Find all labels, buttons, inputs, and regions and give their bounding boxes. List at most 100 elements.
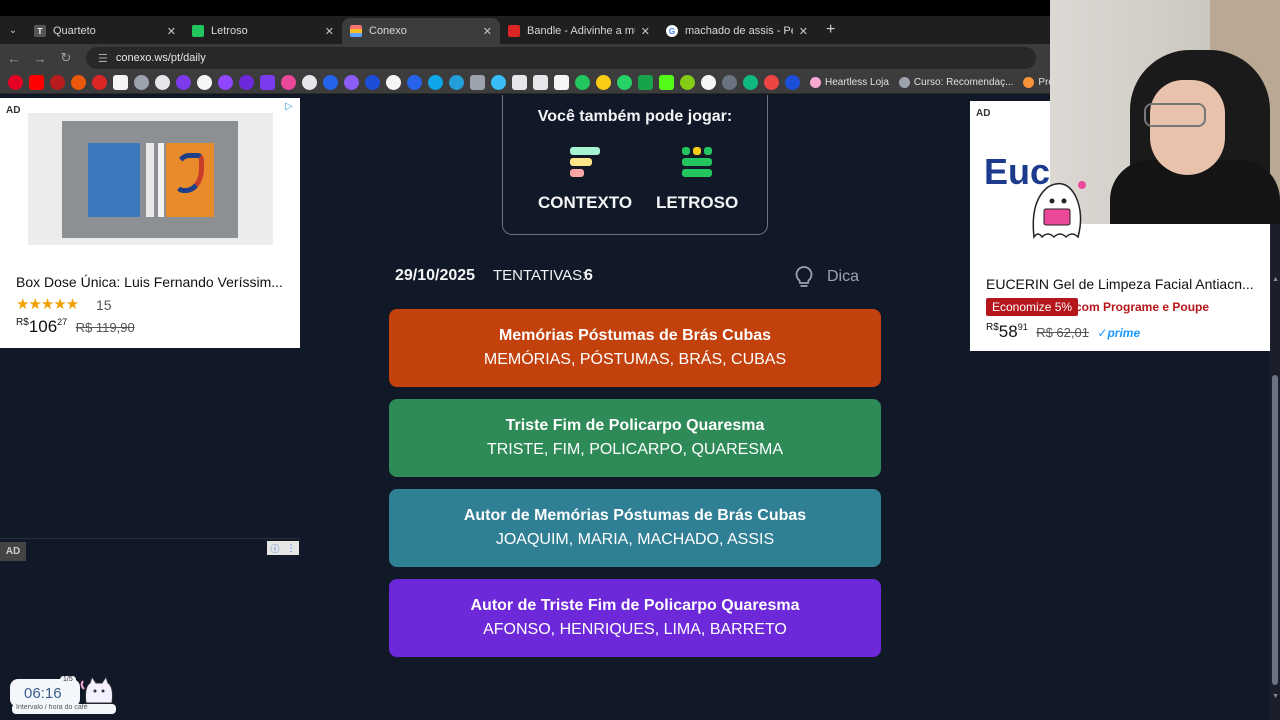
tab-label: Conexo [369, 25, 407, 37]
scroll-down-icon[interactable]: ▼ [1272, 693, 1279, 700]
bookmark-icon[interactable] [260, 75, 275, 90]
ghost-mascot-icon [1032, 181, 1086, 240]
scrollbar-thumb[interactable] [1272, 375, 1278, 685]
bookmark-icon[interactable] [281, 75, 296, 90]
bookmark-twitch-icon[interactable] [218, 75, 233, 90]
bandle-favicon [508, 25, 520, 37]
bookmark-icon[interactable] [596, 75, 611, 90]
tries-label: TENTATIVAS: [493, 267, 587, 284]
game-status: 29/10/2025 TENTATIVAS: 6 Dica [395, 266, 865, 288]
bookmark-icon[interactable] [491, 75, 506, 90]
bookmark-icon[interactable] [197, 75, 212, 90]
close-icon[interactable]: ✕ [641, 25, 650, 38]
url-field[interactable]: ☰ conexo.ws/pt/daily [86, 47, 1036, 69]
bookmark-icon[interactable] [701, 75, 716, 90]
bookmark-icon[interactable] [680, 75, 695, 90]
bookmark-icon[interactable] [407, 75, 422, 90]
book-cover-orange [166, 143, 214, 217]
probl-icon [1023, 77, 1035, 88]
google-favicon: G [666, 25, 678, 37]
url-text: conexo.ws/pt/daily [115, 52, 206, 64]
product-image[interactable] [28, 113, 273, 245]
screen: ⌄ T Quarteto ✕ Letroso ✕ Conexo ✕ Bandle… [0, 0, 1280, 720]
streamer-face [1150, 80, 1225, 175]
forward-icon[interactable]: → [28, 46, 52, 70]
tab-search-icon[interactable]: ⌄ [0, 16, 26, 44]
bookmark-icon[interactable] [470, 75, 485, 90]
close-icon[interactable]: ✕ [325, 25, 334, 38]
bookmark-icon[interactable] [134, 75, 149, 90]
group-words: MEMÓRIAS, PÓSTUMAS, BRÁS, CUBAS [483, 351, 787, 368]
other-games-panel: Você também pode jogar: CONTEXTO LETROSO [502, 95, 768, 235]
bookmark-icon[interactable] [239, 75, 254, 90]
contexto-icon [569, 147, 601, 179]
ad-info-icon[interactable]: ⓘ ⋮ [267, 541, 299, 555]
bookmark-icon[interactable] [302, 75, 317, 90]
bookmark-icon[interactable] [785, 75, 800, 90]
bookmark-icon[interactable] [155, 75, 170, 90]
bookmark-icon[interactable] [113, 75, 128, 90]
bookmark-icon[interactable] [554, 75, 569, 90]
tab-bandle[interactable]: Bandle - Adivinhe a música, um ✕ [500, 18, 658, 44]
reload-icon[interactable]: ↻ [54, 46, 78, 70]
bookmark-youtube-icon[interactable] [29, 75, 44, 90]
bookmark-pinterest-icon[interactable] [8, 75, 23, 90]
hint-button[interactable]: Dica [795, 266, 859, 288]
other-games-title: Você também pode jogar: [537, 108, 733, 125]
letroso-link[interactable]: LETROSO [656, 147, 738, 213]
stream-timer-widget: 06:16 1/5 Intervalo / hora do café [10, 675, 118, 715]
bookmark-icon[interactable] [722, 75, 737, 90]
star-rating-icon: ★★★★★ [16, 296, 79, 313]
price-currency: R$ [986, 322, 999, 333]
group-words: TRISTE, FIM, POLICARPO, QUARESMA [486, 441, 784, 458]
bookmark-icon[interactable] [575, 75, 590, 90]
ad-product-title[interactable]: Box Dose Única: Luis Fernando Veríssim..… [16, 274, 286, 290]
bookmark-icon[interactable] [50, 75, 65, 90]
ad-product-title[interactable]: EUCERIN Gel de Limpeza Facial Antiacn... [986, 276, 1256, 292]
bookmark-icon[interactable] [365, 75, 380, 90]
tab-letroso[interactable]: Letroso ✕ [184, 18, 342, 44]
new-tab-icon[interactable]: + [816, 16, 845, 44]
bookmark-icon[interactable] [71, 75, 86, 90]
bookmark-icon[interactable] [386, 75, 401, 90]
tab-quarteto[interactable]: T Quarteto ✕ [26, 18, 184, 44]
adchoices-icon[interactable]: ▷ [285, 101, 296, 112]
close-icon[interactable]: ✕ [167, 25, 176, 38]
bookmark-icon[interactable] [533, 75, 548, 90]
bookmark-icon[interactable] [323, 75, 338, 90]
close-icon[interactable]: ✕ [799, 25, 808, 38]
site-info-icon[interactable]: ☰ [98, 52, 108, 65]
bookmark-heartless-loja[interactable]: Heartless Loja [810, 77, 889, 88]
bookmark-icon[interactable] [176, 75, 191, 90]
group-title: Autor de Triste Fim de Policarpo Quaresm… [470, 597, 800, 614]
close-icon[interactable]: ✕ [483, 25, 492, 38]
bookmark-telegram-icon[interactable] [449, 75, 464, 90]
bookmark-icon[interactable] [512, 75, 527, 90]
price-cents: 91 [1017, 322, 1028, 332]
letroso-icon [681, 147, 713, 179]
hint-label: Dica [827, 268, 860, 285]
bookmark-icon[interactable] [92, 75, 107, 90]
bookmark-icon[interactable] [344, 75, 359, 90]
group-title: Triste Fim de Policarpo Quaresma [505, 417, 765, 434]
tab-label: machado de assis - Pesquisa Go [685, 25, 793, 37]
tab-google-search[interactable]: G machado de assis - Pesquisa Go ✕ [658, 18, 816, 44]
group-words: JOAQUIM, MARIA, MACHADO, ASSIS [495, 531, 775, 548]
bookmark-curso[interactable]: Curso: Recomendaç... [898, 77, 1013, 88]
bookmark-icon[interactable] [743, 75, 758, 90]
scroll-up-icon[interactable]: ▲ [1272, 276, 1279, 283]
solved-group: Memórias Póstumas de Brás Cubas MEMÓRIAS… [389, 309, 881, 387]
back-icon[interactable]: ← [2, 46, 26, 70]
prime-logo: ✓prime [1097, 326, 1141, 340]
contexto-link[interactable]: CONTEXTO [538, 147, 632, 213]
bookmark-icon[interactable] [638, 75, 653, 90]
bookmark-icon[interactable] [764, 75, 779, 90]
ad-left-lower[interactable]: AD ⓘ ⋮ [0, 538, 300, 698]
book-spine [146, 143, 154, 217]
ad-left[interactable]: AD ▷ Box Dose Única: Luis Fernando Verís… [0, 98, 300, 348]
bookmark-icon[interactable] [659, 75, 674, 90]
bookmark-icon[interactable] [428, 75, 443, 90]
course-icon [898, 77, 910, 88]
bookmark-whatsapp-icon[interactable] [617, 75, 632, 90]
tab-conexo[interactable]: Conexo ✕ [342, 18, 500, 44]
